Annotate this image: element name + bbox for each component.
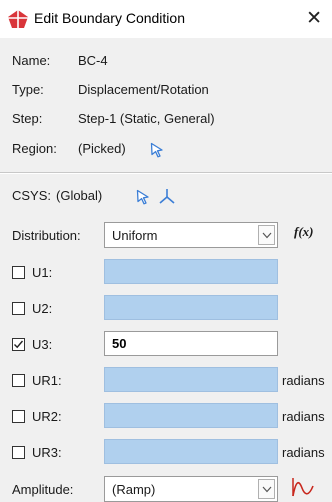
step-label: Step: <box>12 111 43 126</box>
type-value: Displacement/Rotation <box>78 82 209 97</box>
u3-label: U3: <box>32 337 53 352</box>
type-label: Type: <box>12 82 44 97</box>
u2-input[interactable] <box>104 295 278 320</box>
amplitude-value: (Ramp) <box>112 482 156 497</box>
close-button[interactable]: ✕ <box>306 7 322 31</box>
select-cursor-icon[interactable] <box>150 142 164 158</box>
u3-input[interactable]: 50 <box>104 331 278 356</box>
chevron-down-icon <box>258 225 275 245</box>
name-label: Name: <box>12 53 51 68</box>
checkbox-u1[interactable] <box>12 266 25 279</box>
ur3-unit: radians <box>282 445 325 460</box>
fx-button[interactable]: f(x) <box>294 224 314 240</box>
ur2-input[interactable] <box>104 403 278 428</box>
distribution-select[interactable]: Uniform <box>104 222 278 248</box>
u1-label: U1: <box>32 265 53 280</box>
csys-value: (Global) <box>56 188 103 203</box>
chevron-down-icon <box>258 479 275 499</box>
checkbox-ur1[interactable] <box>12 374 25 387</box>
step-value: Step-1 (Static, General) <box>78 111 215 126</box>
checkbox-ur3[interactable] <box>12 446 25 459</box>
region-value: (Picked) <box>78 141 126 156</box>
ur1-label: UR1: <box>32 373 62 388</box>
csys-axes-icon[interactable] <box>158 187 176 205</box>
amplitude-label: Amplitude: <box>12 482 74 497</box>
distribution-value: Uniform <box>112 228 158 243</box>
checkbox-u2[interactable] <box>12 302 25 315</box>
checkbox-ur2[interactable] <box>12 410 25 423</box>
checkmark-icon <box>14 340 24 349</box>
ur3-input[interactable] <box>104 439 278 464</box>
ur1-unit: radians <box>282 373 325 388</box>
ur3-label: UR3: <box>32 445 62 460</box>
name-value: BC-4 <box>78 53 108 68</box>
window-title: Edit Boundary Condition <box>34 10 185 26</box>
u2-label: U2: <box>32 301 53 316</box>
csys-label: CSYS: <box>12 188 52 203</box>
amplitude-select[interactable]: (Ramp) <box>104 476 278 502</box>
region-label: Region: <box>12 141 57 156</box>
select-cursor-icon[interactable] <box>136 189 150 205</box>
title-bar: Edit Boundary Condition ✕ <box>0 0 332 38</box>
divider <box>0 172 332 174</box>
distribution-label: Distribution: <box>12 228 81 243</box>
ur1-input[interactable] <box>104 367 278 392</box>
u1-input[interactable] <box>104 259 278 284</box>
checkbox-u3[interactable] <box>12 338 25 351</box>
ur2-label: UR2: <box>32 409 62 424</box>
ur2-unit: radians <box>282 409 325 424</box>
abaqus-app-icon <box>8 10 28 28</box>
create-amplitude-icon[interactable] <box>290 476 316 500</box>
